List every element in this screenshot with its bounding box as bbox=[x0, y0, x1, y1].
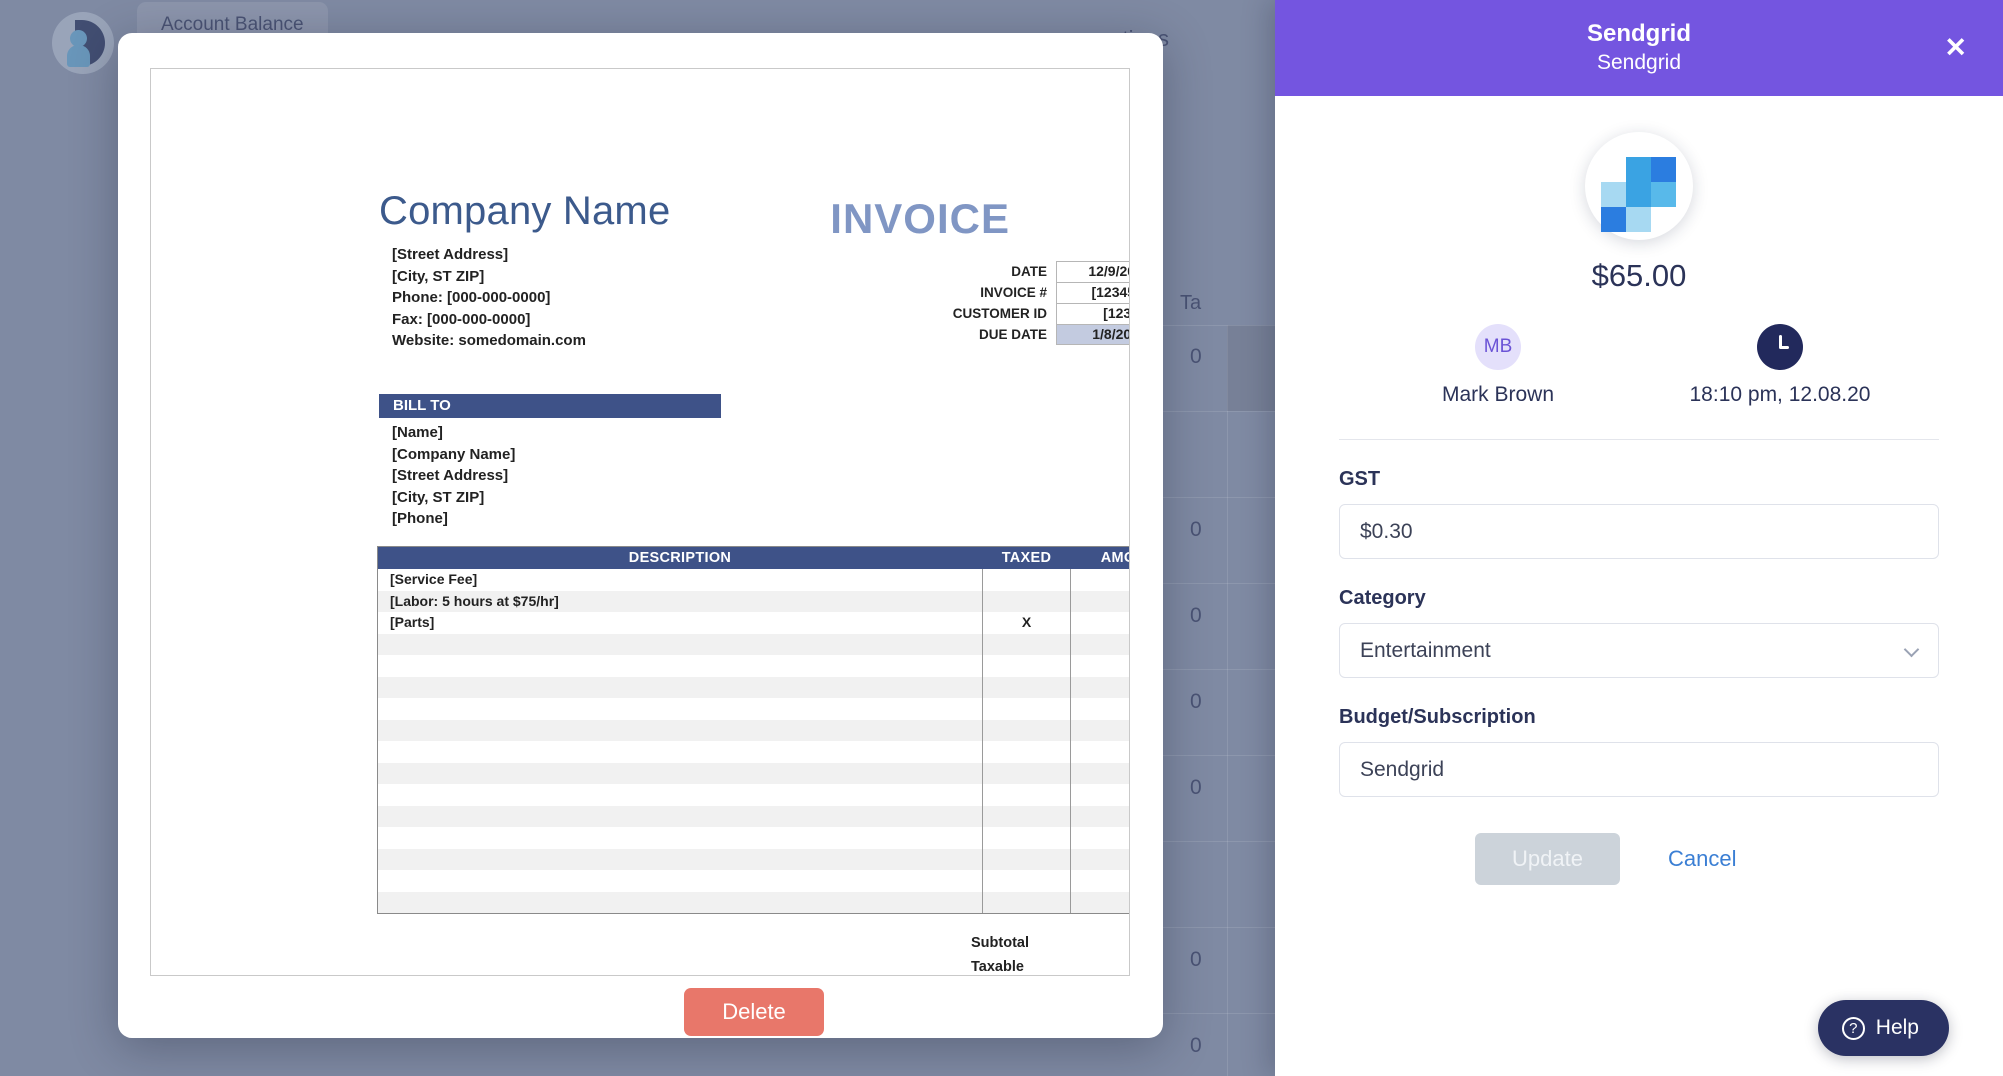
transaction-detail-panel: Sendgrid Sendgrid ✕ $65.00 MB Mark Brown… bbox=[1275, 0, 2003, 1076]
app-logo-icon bbox=[52, 12, 114, 74]
budget-field-group: Budget/Subscription bbox=[1339, 706, 1939, 797]
invoice-meta-table: DATE12/9/2019INVOICE #[123456]CUSTOMER I… bbox=[911, 261, 1129, 345]
invoice-empty-row bbox=[378, 655, 1129, 677]
table-row[interactable]: ✓ 13.08.20 Zoom General Expenses -$65.00… bbox=[0, 1045, 1165, 1076]
invoice-company-name: Company Name bbox=[379, 189, 671, 233]
address-line: [City, ST ZIP] bbox=[392, 267, 485, 285]
gst-label: GST bbox=[1339, 468, 1381, 490]
billto-line: [City, ST ZIP] bbox=[392, 488, 485, 506]
address-line: Fax: [000-000-0000] bbox=[392, 310, 531, 328]
sendgrid-logo-icon bbox=[1585, 132, 1693, 240]
transaction-user: MB Mark Brown bbox=[1373, 324, 1623, 407]
invoice-line-item: [Labor: 5 hours at $75/hr]375.00 bbox=[378, 590, 1129, 612]
invoice-total-row: Subtotal 950.00 bbox=[971, 931, 1129, 955]
invoice-empty-row bbox=[378, 698, 1129, 720]
panel-title: Sendgrid bbox=[1586, 20, 1691, 47]
invoice-meta-row: DATE 12/9/2019 bbox=[911, 261, 1129, 282]
invoice-line-item: [Parts]X345.00 bbox=[378, 612, 1129, 634]
invoice-meta-row: DUE DATE 1/8/2020 bbox=[911, 324, 1129, 345]
table-cell-amount: 0 bbox=[1190, 604, 1202, 627]
meta-value: [123] bbox=[1056, 303, 1129, 324]
invoice-empty-row bbox=[378, 676, 1129, 698]
invoice-billto-address: [Name] [Company Name] [Street Address] [Cit… bbox=[392, 422, 515, 530]
invoice-company-address: [Street Address] [City, ST ZIP] Phone: [00… bbox=[392, 244, 586, 352]
category-label: Category bbox=[1339, 587, 1426, 609]
panel-subtitle: Sendgrid bbox=[1596, 51, 1682, 74]
billto-line: [Phone] bbox=[392, 510, 448, 527]
user-name: Mark Brown bbox=[1441, 383, 1555, 406]
invoice-billto-header: BILL TO bbox=[379, 394, 721, 418]
gst-field-group: GST bbox=[1339, 468, 1939, 559]
panel-header: Sendgrid Sendgrid ✕ bbox=[1275, 0, 2003, 96]
meta-label: DUE DATE bbox=[978, 327, 1047, 342]
update-button[interactable]: Update bbox=[1475, 833, 1620, 885]
meta-value: [123456] bbox=[1056, 282, 1129, 303]
invoice-meta-row: INVOICE # [123456] bbox=[911, 282, 1129, 303]
address-line: Website: somedomain.com bbox=[392, 332, 586, 349]
address-line: Phone: [000-000-0000] bbox=[392, 289, 551, 306]
total-label: Taxable bbox=[971, 959, 1024, 975]
transaction-timestamp: 18:10 pm, 12.08.20 bbox=[1655, 324, 1905, 407]
address-line: [Street Address] bbox=[392, 246, 509, 263]
divider bbox=[1339, 439, 1939, 440]
meta-label: DATE bbox=[1011, 264, 1047, 279]
invoice-line-items-table: DESCRIPTION TAXED AMOUNT [Service Fee]23… bbox=[377, 546, 1129, 914]
invoice-totals: Subtotal950.00Taxable345.00Tax rate6.250… bbox=[971, 931, 1129, 975]
invoice-empty-row bbox=[378, 762, 1129, 784]
gst-input[interactable] bbox=[1339, 504, 1939, 559]
timestamp-label: 18:10 pm, 12.08.20 bbox=[1689, 383, 1871, 406]
invoice-empty-row bbox=[378, 741, 1129, 763]
budget-label: Budget/Subscription bbox=[1339, 706, 1536, 728]
delete-button[interactable]: Delete bbox=[684, 988, 824, 1036]
transaction-amount: $65.00 bbox=[1591, 258, 1687, 293]
invoice-empty-row bbox=[378, 848, 1129, 870]
billto-line: [Company Name] bbox=[392, 445, 516, 463]
invoice-empty-row bbox=[378, 633, 1129, 655]
invoice-meta-row: CUSTOMER ID [123] bbox=[911, 303, 1129, 324]
total-value: 950.00 bbox=[1061, 931, 1129, 955]
question-circle-icon: ? bbox=[1841, 1016, 1865, 1040]
help-button[interactable]: ? Help bbox=[1817, 1000, 1949, 1056]
total-value: 345.00 bbox=[1061, 955, 1129, 975]
table-cell-amount: 0 bbox=[1190, 345, 1202, 368]
meta-label: CUSTOMER ID bbox=[952, 306, 1047, 321]
meta-value: 1/8/2020 bbox=[1056, 324, 1129, 345]
table-cell-amount: 0 bbox=[1190, 776, 1202, 799]
invoice-empty-row bbox=[378, 827, 1129, 849]
close-icon[interactable]: ✕ bbox=[1944, 34, 1967, 62]
billto-line: [Name] bbox=[392, 424, 443, 441]
meta-value: 12/9/2019 bbox=[1056, 261, 1129, 282]
invoice-document: Company Name [Street Address] [City, ST Z… bbox=[150, 68, 1130, 976]
invoice-empty-row bbox=[378, 891, 1129, 913]
total-label: Subtotal bbox=[971, 935, 1029, 951]
category-field-group: Category bbox=[1339, 587, 1939, 678]
column-header-taxed: TAXED bbox=[1001, 550, 1052, 566]
column-header-tax: Ta bbox=[1180, 292, 1202, 314]
table-cell-amount: 0 bbox=[1190, 690, 1202, 713]
billto-line: [Street Address] bbox=[392, 467, 509, 484]
clock-icon bbox=[1757, 324, 1803, 370]
table-cell-amount: 0 bbox=[1190, 518, 1202, 541]
invoice-title: INVOICE bbox=[830, 195, 1010, 242]
invoice-empty-row bbox=[378, 719, 1129, 741]
table-cell-amount: 0 bbox=[1190, 948, 1202, 971]
invoice-empty-row bbox=[378, 784, 1129, 806]
meta-label: INVOICE # bbox=[980, 285, 1047, 300]
invoice-preview-modal: Company Name [Street Address] [City, ST Z… bbox=[118, 33, 1163, 1038]
budget-input[interactable] bbox=[1339, 742, 1939, 797]
help-label: Help bbox=[1875, 1016, 1919, 1039]
invoice-total-row: Taxable 345.00 bbox=[971, 955, 1129, 975]
invoice-line-item: [Service Fee]230.00 bbox=[378, 569, 1129, 591]
table-cell-amount: 0 bbox=[1190, 1034, 1202, 1057]
invoice-empty-row bbox=[378, 870, 1129, 892]
column-header-amount: AMOUNT bbox=[1100, 550, 1129, 566]
column-header-description: DESCRIPTION bbox=[628, 550, 732, 566]
invoice-empty-row bbox=[378, 805, 1129, 827]
category-select[interactable] bbox=[1339, 623, 1939, 678]
avatar: MB bbox=[1475, 324, 1521, 370]
cancel-button[interactable]: Cancel bbox=[1668, 846, 1736, 872]
